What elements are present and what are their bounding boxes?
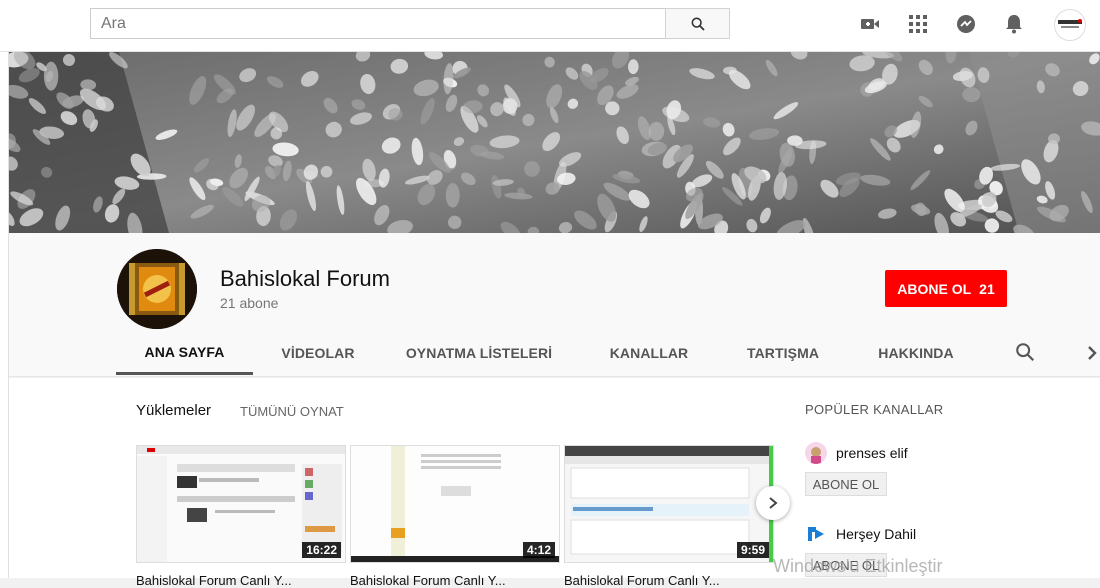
popular-channel-name[interactable]: prenses elif: [836, 445, 908, 461]
search-input[interactable]: [90, 8, 666, 39]
video-title[interactable]: Bahislokal Forum Canlı Y...: [136, 573, 346, 588]
channel-header: Bahislokal Forum 21 abone ABONE OL 21 AN…: [9, 233, 1100, 377]
video-title[interactable]: Bahislokal Forum Canlı Y...: [564, 573, 774, 588]
video-thumbnail[interactable]: 16:22: [136, 445, 346, 563]
tab-discussion[interactable]: TARTIŞMA: [731, 331, 835, 375]
video-title[interactable]: Bahislokal Forum Canlı Y...: [350, 573, 560, 588]
popular-channels-title: POPÜLER KANALLAR: [805, 402, 944, 417]
left-rail: [0, 52, 9, 578]
channel-content: Yüklemeler TÜMÜNÜ OYNAT 16:22 4:12 9:59 …: [9, 378, 1100, 588]
windows-activation-watermark: Windows'u Etkinleştir: [773, 556, 943, 576]
video-camera-icon[interactable]: [859, 13, 881, 35]
tab-playlists[interactable]: OYNATMA LİSTELERİ: [399, 331, 559, 375]
messages-icon[interactable]: [955, 13, 977, 35]
top-bar: [0, 0, 1100, 52]
subscriber-count: 21 abone: [220, 295, 279, 311]
apps-grid-icon[interactable]: [907, 13, 929, 35]
subscribe-count: 21: [979, 280, 995, 297]
channel-name: Bahislokal Forum: [220, 266, 390, 291]
channel-avatar[interactable]: [117, 249, 197, 329]
chevron-right-icon: [769, 497, 778, 509]
popular-channel-name[interactable]: Herşey Dahil: [836, 526, 916, 542]
subscribe-button[interactable]: ABONE OL: [805, 472, 887, 496]
search-icon: [691, 17, 705, 31]
channel-avatar[interactable]: [805, 523, 827, 545]
video-duration: 9:59: [736, 542, 769, 558]
search-button[interactable]: [665, 8, 730, 39]
video-duration: 4:12: [522, 542, 555, 558]
subscribe-button[interactable]: ABONE OL 21: [885, 270, 1007, 307]
video-duration: 16:22: [302, 542, 341, 558]
video-thumbnail[interactable]: 9:59: [564, 445, 774, 563]
channel-banner: [9, 52, 1100, 233]
tab-videos[interactable]: VİDEOLAR: [253, 331, 383, 375]
channel-avatar[interactable]: [805, 442, 827, 464]
chevron-right-icon[interactable]: [1085, 343, 1099, 363]
tab-channels[interactable]: KANALLAR: [593, 331, 705, 375]
video-thumbnail[interactable]: 4:12: [350, 445, 560, 563]
carousel-next-button[interactable]: [756, 486, 790, 520]
uploads-title: Yüklemeler: [136, 402, 212, 419]
tab-about[interactable]: HAKKINDA: [868, 331, 964, 375]
play-all-link[interactable]: TÜMÜNÜ OYNAT: [240, 404, 344, 419]
subscribe-label: ABONE OL: [897, 280, 972, 297]
account-avatar[interactable]: [1054, 9, 1086, 41]
tab-home[interactable]: ANA SAYFA: [116, 331, 253, 375]
channel-search-icon[interactable]: [1014, 341, 1036, 363]
bell-icon[interactable]: [1003, 13, 1025, 35]
